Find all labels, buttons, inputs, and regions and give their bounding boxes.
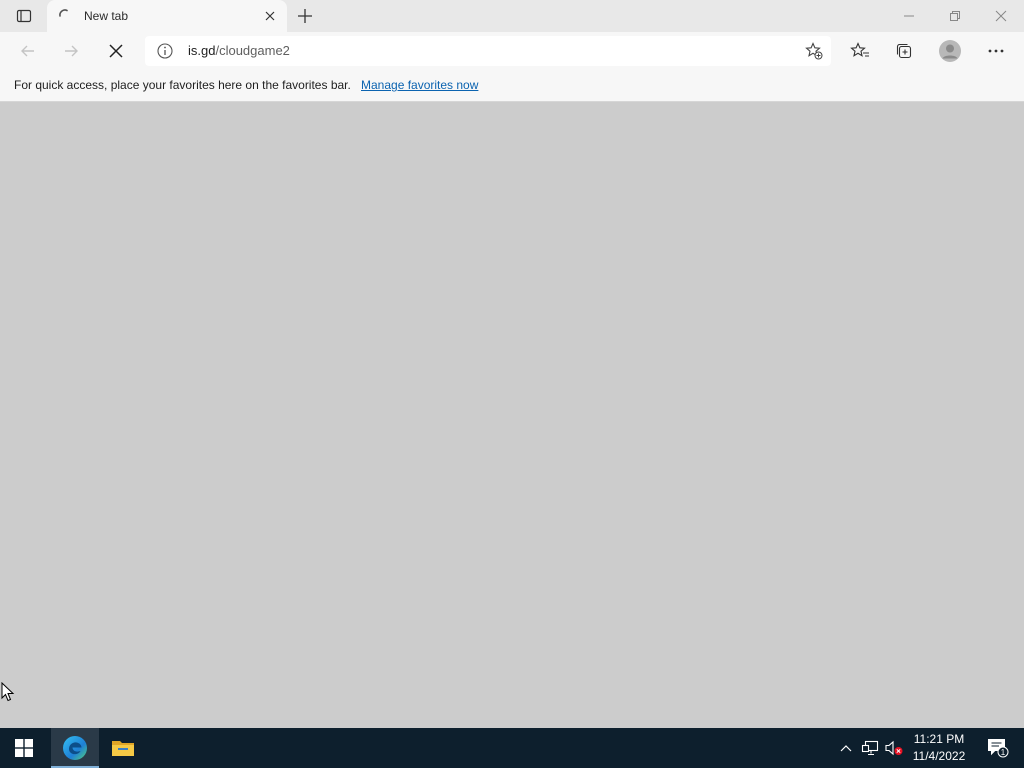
taskbar: 11:21 PM 11/4/2022 1: [0, 728, 1024, 768]
browser-toolbar: is.gd/cloudgame2: [0, 32, 1024, 70]
back-arrow-icon: [21, 45, 34, 57]
page-content: [0, 102, 1024, 728]
settings-menu-button[interactable]: [982, 37, 1010, 65]
stop-icon: [109, 44, 123, 58]
tab-close-button[interactable]: [263, 9, 277, 23]
profile-button[interactable]: [936, 37, 964, 65]
loading-spinner-icon: [59, 9, 68, 17]
favorites-bar: For quick access, place your favorites h…: [0, 70, 1024, 102]
browser-titlebar: New tab: [0, 0, 1024, 32]
site-info-icon[interactable]: [157, 43, 173, 59]
clock-date: 11/4/2022: [912, 749, 966, 763]
close-window-button[interactable]: [978, 0, 1024, 32]
tab-actions-button[interactable]: [8, 4, 40, 28]
close-icon: [265, 11, 275, 21]
url-host: is.gd: [188, 43, 216, 58]
url-path: /cloudgame2: [215, 43, 290, 58]
favorites-button[interactable]: [846, 37, 874, 65]
notification-icon: 1: [988, 739, 1009, 758]
avatar-icon: [939, 40, 961, 62]
show-hidden-icons-button[interactable]: [836, 738, 856, 758]
folder-icon: [112, 741, 134, 756]
chevron-up-icon: [840, 745, 852, 752]
favorites-icon: [850, 42, 869, 57]
forward-button[interactable]: [57, 37, 85, 65]
tab-title: New tab: [84, 9, 129, 23]
close-icon: [995, 10, 1007, 22]
add-favorite-icon[interactable]: [805, 42, 823, 60]
volume-tray-button[interactable]: [884, 738, 904, 758]
restore-button[interactable]: [932, 0, 978, 32]
volume-muted-icon: [885, 740, 903, 756]
action-center-button[interactable]: 1: [978, 728, 1018, 768]
collections-button[interactable]: [890, 37, 918, 65]
back-button[interactable]: [14, 37, 42, 65]
network-icon: [861, 740, 879, 756]
taskbar-edge[interactable]: [51, 728, 99, 768]
address-bar[interactable]: is.gd/cloudgame2: [145, 36, 831, 66]
minimize-button[interactable]: [886, 0, 932, 32]
taskbar-file-explorer[interactable]: [99, 728, 147, 768]
network-tray-button[interactable]: [860, 738, 880, 758]
plus-icon: [298, 9, 312, 23]
taskbar-clock[interactable]: 11:21 PM 11/4/2022: [906, 731, 972, 765]
collections-icon: [896, 43, 912, 59]
manage-favorites-link[interactable]: Manage favorites now: [361, 77, 478, 93]
notification-count: 1: [1001, 748, 1006, 757]
url-text[interactable]: is.gd/cloudgame2: [188, 43, 290, 59]
more-options-icon: [988, 49, 1004, 53]
start-button[interactable]: [0, 728, 48, 768]
restore-icon: [950, 11, 960, 21]
favorites-bar-message: For quick access, place your favorites h…: [14, 78, 351, 92]
stop-loading-button[interactable]: [102, 37, 130, 65]
browser-tab[interactable]: New tab: [47, 0, 287, 32]
new-tab-button[interactable]: [293, 4, 317, 28]
tab-actions-icon: [16, 9, 32, 23]
minimize-icon: [904, 15, 914, 17]
mouse-pointer-icon: [1, 682, 15, 702]
clock-time: 11:21 PM: [913, 732, 965, 746]
forward-arrow-icon: [65, 45, 78, 57]
edge-browser-icon: [63, 736, 87, 760]
windows-logo-icon: [15, 739, 33, 757]
